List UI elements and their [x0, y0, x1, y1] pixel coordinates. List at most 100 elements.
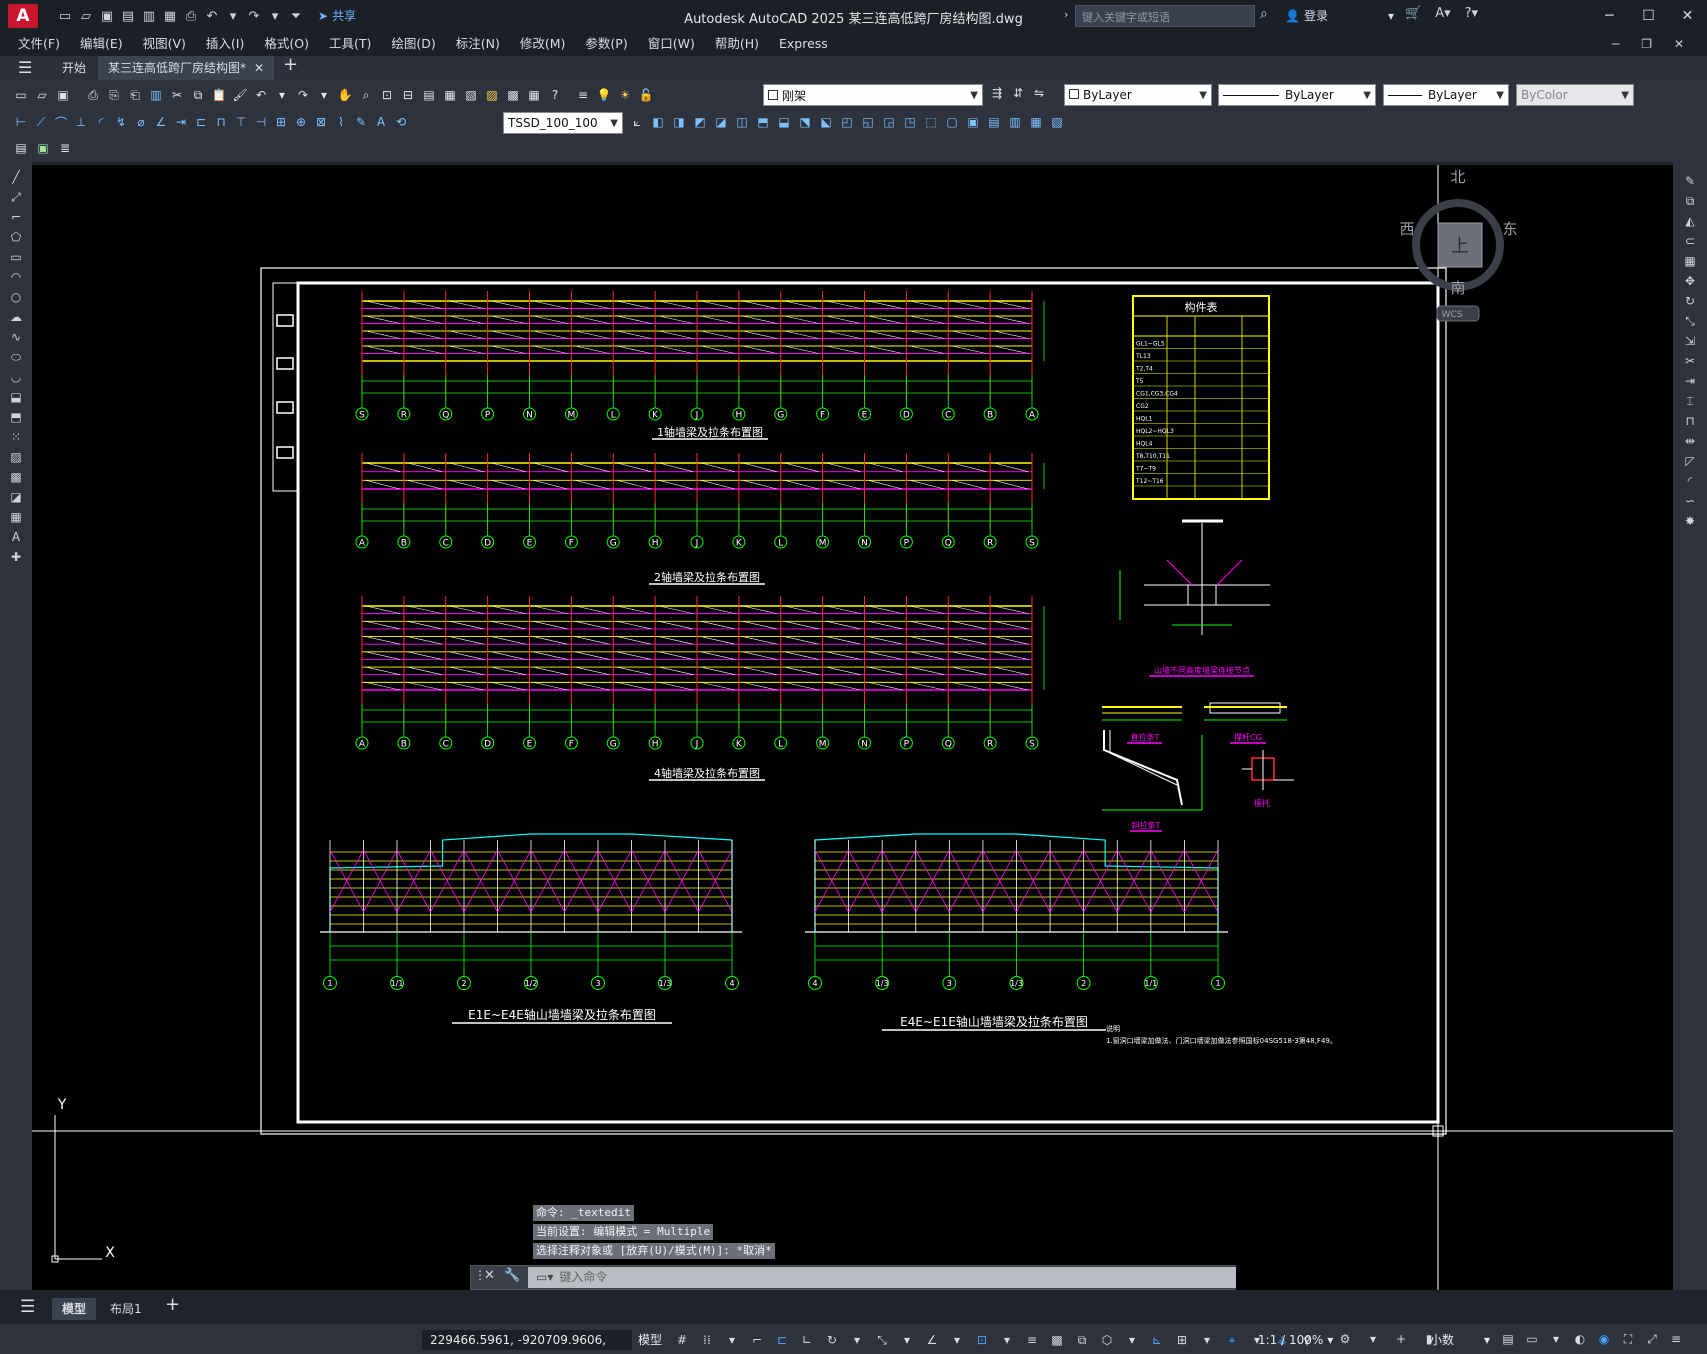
move-tool-icon[interactable]: ✥: [1680, 272, 1700, 290]
tab-start[interactable]: 开始: [52, 56, 96, 80]
layer-states-icon[interactable]: ⇋: [1030, 84, 1048, 102]
extend-tool-icon[interactable]: ⇥: [1680, 372, 1700, 390]
view-3d-3-icon[interactable]: ◩: [691, 113, 709, 131]
array-tool-icon[interactable]: ▦: [1680, 252, 1700, 270]
blend-tool-icon[interactable]: ∽: [1680, 492, 1700, 510]
radius-icon[interactable]: ◜: [92, 113, 110, 131]
file-tab-menu-icon[interactable]: ☰: [18, 58, 38, 78]
menu-window[interactable]: 窗口(W): [638, 32, 705, 56]
dim-break-icon[interactable]: ⊣: [252, 113, 270, 131]
isodraft-icon[interactable]: ⤡: [872, 1329, 892, 1351]
search-icon[interactable]: ⌕: [1260, 6, 1268, 22]
fillet-tool-icon[interactable]: ◜: [1680, 472, 1700, 490]
annotation-monitor-icon[interactable]: +: [1391, 1328, 1411, 1350]
lock-ui-icon[interactable]: ▭: [1522, 1328, 1542, 1350]
cart-icon[interactable]: 🛒: [1405, 6, 1421, 21]
new-tab-icon[interactable]: +: [283, 54, 298, 75]
diameter-icon[interactable]: ⌀: [132, 113, 150, 131]
view-3d-11-icon[interactable]: ◱: [859, 113, 877, 131]
menu-format[interactable]: 格式(O): [254, 32, 319, 56]
close-icon[interactable]: ✕: [1668, 0, 1707, 32]
search-input[interactable]: 键入关键字或短语: [1075, 5, 1255, 27]
view-3d-4-icon[interactable]: ◪: [712, 113, 730, 131]
arc-tool-icon[interactable]: ◠: [6, 268, 26, 286]
undo-icon[interactable]: ↶: [203, 7, 221, 25]
clean-screen-icon[interactable]: ⛶: [1618, 1328, 1638, 1350]
aligned-dim-icon[interactable]: ⟋: [32, 113, 50, 131]
erase-tool-icon[interactable]: ✎: [1680, 172, 1700, 190]
menu-modify[interactable]: 修改(M): [510, 32, 576, 56]
undo-tool-icon[interactable]: ↶: [252, 86, 270, 104]
snap-icon[interactable]: ⁞⁞: [697, 1329, 717, 1351]
undo-dropdown-icon[interactable]: ▾: [224, 7, 242, 25]
ellipse-tool-icon[interactable]: ⬭: [6, 348, 26, 366]
table-tool-icon[interactable]: ▦: [6, 508, 26, 526]
dimstyle-dropdown[interactable]: TSSD_100_100 ▼: [503, 112, 623, 134]
lineweight-dropdown[interactable]: ByLayer ▼: [1383, 84, 1509, 106]
plot-icon[interactable]: ⎙: [182, 7, 200, 25]
revcloud-tool-icon[interactable]: ☁: [6, 308, 26, 326]
cut-icon[interactable]: ✂: [168, 86, 186, 104]
layer-lock-icon[interactable]: 🔓: [637, 86, 655, 104]
doc-close-icon[interactable]: ✕: [1674, 37, 1684, 51]
menu-tools[interactable]: 工具(T): [319, 32, 381, 56]
stretch-tool-icon[interactable]: ⇲: [1680, 332, 1700, 350]
explode-tool-icon[interactable]: ✸: [1680, 512, 1700, 530]
command-close-icon[interactable]: ✕: [484, 1268, 495, 1283]
join-tool-icon[interactable]: ⇹: [1680, 432, 1700, 450]
redo-tool-icon[interactable]: ↷: [294, 86, 312, 104]
tab-close-icon[interactable]: ✕: [254, 56, 264, 80]
layer-freeze-icon[interactable]: ☀: [616, 86, 634, 104]
copy-tool-icon[interactable]: ⧉: [1680, 192, 1700, 210]
selection-filter-icon[interactable]: ⊞: [1172, 1329, 1192, 1351]
match-properties-icon[interactable]: 🖌: [231, 86, 249, 104]
save-as-icon[interactable]: ▤: [119, 7, 137, 25]
rectangle-tool-icon[interactable]: ▭: [6, 248, 26, 266]
view-3d-1-icon[interactable]: ◧: [649, 113, 667, 131]
autodesk-app-icon[interactable]: A▾: [1435, 6, 1450, 21]
view-3d-6-icon[interactable]: ⬒: [754, 113, 772, 131]
jogged-linear-icon[interactable]: ⌇: [332, 113, 350, 131]
angular-icon[interactable]: ∠: [152, 113, 170, 131]
redo-icon[interactable]: ↷: [245, 7, 263, 25]
baseline-icon[interactable]: ⊏: [192, 113, 210, 131]
circle-tool-icon[interactable]: ○: [6, 288, 26, 306]
help-icon[interactable]: ?▾: [1465, 6, 1478, 21]
open-from-web-icon[interactable]: ▦: [161, 7, 179, 25]
view-3d-2-icon[interactable]: ◨: [670, 113, 688, 131]
region-tool-icon[interactable]: ◪: [6, 488, 26, 506]
block-editor-icon[interactable]: ▤: [12, 139, 30, 157]
plotstyle-dropdown[interactable]: ByColor ▼: [1516, 84, 1634, 106]
spline-tool-icon[interactable]: ∿: [6, 328, 26, 346]
ordinate-icon[interactable]: ⊥: [72, 113, 90, 131]
redo-tool-dropdown-icon[interactable]: ▾: [315, 86, 333, 104]
search-expand-icon[interactable]: ›: [1064, 8, 1068, 21]
insert-block-icon[interactable]: ▣: [34, 139, 52, 157]
tab-drawing-file[interactable]: 某三连高低跨厂房结构图*: [98, 56, 275, 80]
dim-style-icon[interactable]: ⟀: [628, 113, 646, 131]
dynamic-ucs-icon[interactable]: ⊾: [1147, 1329, 1167, 1351]
status-menu-icon[interactable]: ≡: [1666, 1328, 1686, 1350]
graphics-performance-icon[interactable]: ◉: [1594, 1328, 1614, 1350]
view-3d-19-icon[interactable]: ▦: [1027, 113, 1045, 131]
workspace-gear-icon[interactable]: ⚙: [1335, 1328, 1355, 1350]
line-tool-icon[interactable]: ╱: [6, 168, 26, 186]
arc-length-icon[interactable]: ⌒: [52, 113, 70, 131]
color-dropdown[interactable]: ByLayer ▼: [1064, 84, 1212, 106]
calculator-icon[interactable]: ▦: [525, 86, 543, 104]
tool-palettes-icon[interactable]: ▧: [462, 86, 480, 104]
3d-osnap-icon[interactable]: ⬡: [1097, 1329, 1117, 1351]
lineweight-icon[interactable]: ≡: [1022, 1329, 1042, 1351]
command-input[interactable]: ▭▾ 键入命令: [528, 1267, 1236, 1288]
layout-tab-model[interactable]: 模型: [52, 1298, 97, 1320]
menu-view[interactable]: 视图(V): [133, 32, 196, 56]
tolerance-icon[interactable]: ⊞: [272, 113, 290, 131]
view-3d-18-icon[interactable]: ▥: [1006, 113, 1024, 131]
polygon-tool-icon[interactable]: ⬠: [6, 228, 26, 246]
infer-constraints-icon[interactable]: ⌐: [747, 1329, 767, 1351]
new-layout-icon[interactable]: +: [165, 1294, 180, 1315]
new-file-icon[interactable]: ▭: [56, 7, 74, 25]
3d-osnap-dropdown-icon[interactable]: ▾: [1122, 1329, 1142, 1351]
polar-icon[interactable]: ↻: [822, 1329, 842, 1351]
command-customize-icon[interactable]: 🔧: [504, 1268, 520, 1283]
